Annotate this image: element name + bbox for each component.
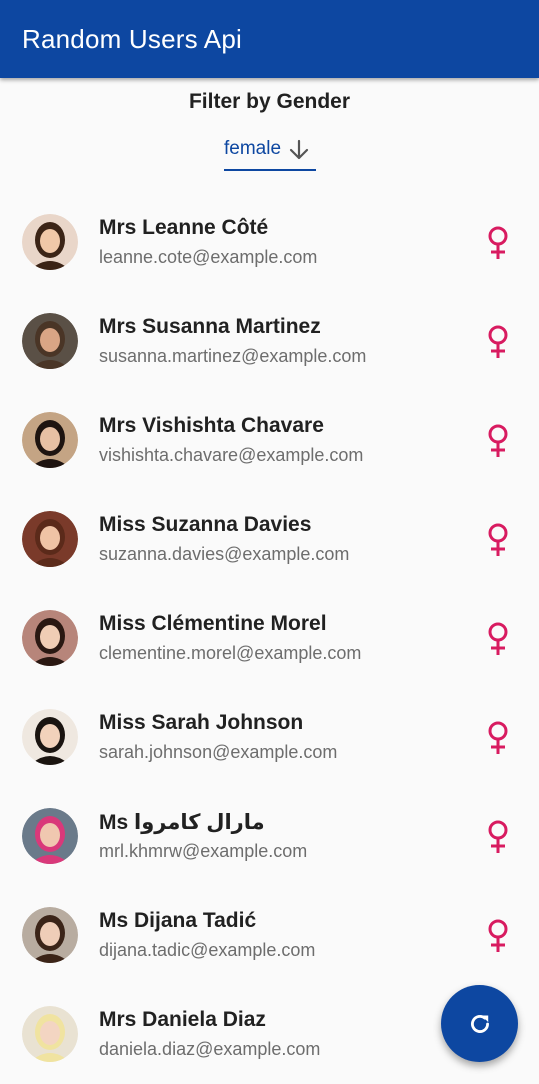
user-email: susanna.martinez@example.com	[99, 346, 367, 366]
user-name: Ms Dijana Tadić	[99, 909, 257, 932]
female-icon	[488, 622, 508, 655]
female-icon	[488, 325, 508, 358]
user-list-item[interactable]: Mrs Vishishta Chavare vishishta.chavare@e…	[0, 390, 539, 489]
user-email: daniela.diaz@example.com	[99, 1039, 321, 1059]
user-name: Mrs Vishishta Chavare	[99, 414, 324, 437]
female-icon	[488, 523, 508, 556]
user-list-item[interactable]: Miss Suzanna Davies suzanna.davies@exampl…	[0, 489, 539, 588]
female-icon	[488, 820, 508, 853]
user-email: mrl.khmrw@example.com	[99, 841, 308, 861]
refresh-icon	[470, 1014, 489, 1033]
user-email: vishishta.chavare@example.com	[99, 445, 364, 465]
avatar	[22, 313, 78, 369]
user-list: Mrs Leanne Côté leanne.cote@example.com Mr…	[0, 192, 539, 1083]
gender-dropdown[interactable]: female	[224, 134, 316, 171]
avatar	[22, 1006, 78, 1062]
refresh-button[interactable]	[441, 985, 518, 1062]
avatar	[22, 412, 78, 468]
user-name: Mrs Daniela Diaz	[99, 1008, 266, 1031]
user-list-item[interactable]: Mrs Leanne Côté leanne.cote@example.com	[0, 192, 539, 291]
gender-dropdown-value: female	[224, 138, 282, 159]
avatar	[22, 511, 78, 567]
user-email: leanne.cote@example.com	[99, 247, 318, 267]
arrow-down-icon	[289, 139, 309, 160]
filter-title: Filter by Gender	[188, 90, 351, 113]
user-email: clementine.morel@example.com	[99, 643, 362, 663]
female-icon	[488, 226, 508, 259]
avatar	[22, 709, 78, 765]
app-bar: Random Users Api	[0, 0, 539, 78]
user-list-item[interactable]: Miss Sarah Johnson sarah.johnson@example.…	[0, 687, 539, 786]
female-icon	[488, 919, 508, 952]
user-list-item[interactable]: Ms مارال کامروا mrl.khmrw@example.com	[0, 786, 539, 885]
user-name: Ms مارال کامروا	[99, 811, 265, 834]
user-list-item[interactable]: Ms Dijana Tadić dijana.tadic@example.com	[0, 885, 539, 984]
avatar	[22, 214, 78, 270]
user-name: Miss Suzanna Davies	[99, 513, 312, 536]
female-icon	[488, 721, 508, 754]
avatar	[22, 808, 78, 864]
user-email: suzanna.davies@example.com	[99, 544, 350, 564]
user-list-item[interactable]: Mrs Susanna Martinez susanna.martinez@exa…	[0, 291, 539, 390]
female-icon	[488, 424, 508, 457]
user-email: sarah.johnson@example.com	[99, 742, 338, 762]
user-name: Miss Clémentine Morel	[99, 612, 327, 635]
avatar	[22, 907, 78, 963]
user-email: dijana.tadic@example.com	[99, 940, 316, 960]
app-title: Random Users Api	[22, 23, 242, 54]
user-name: Mrs Susanna Martinez	[99, 315, 321, 338]
user-list-item[interactable]: Miss Clémentine Morel clementine.morel@ex…	[0, 588, 539, 687]
user-name: Miss Sarah Johnson	[99, 711, 304, 734]
user-name: Mrs Leanne Côté	[99, 216, 269, 239]
avatar	[22, 610, 78, 666]
